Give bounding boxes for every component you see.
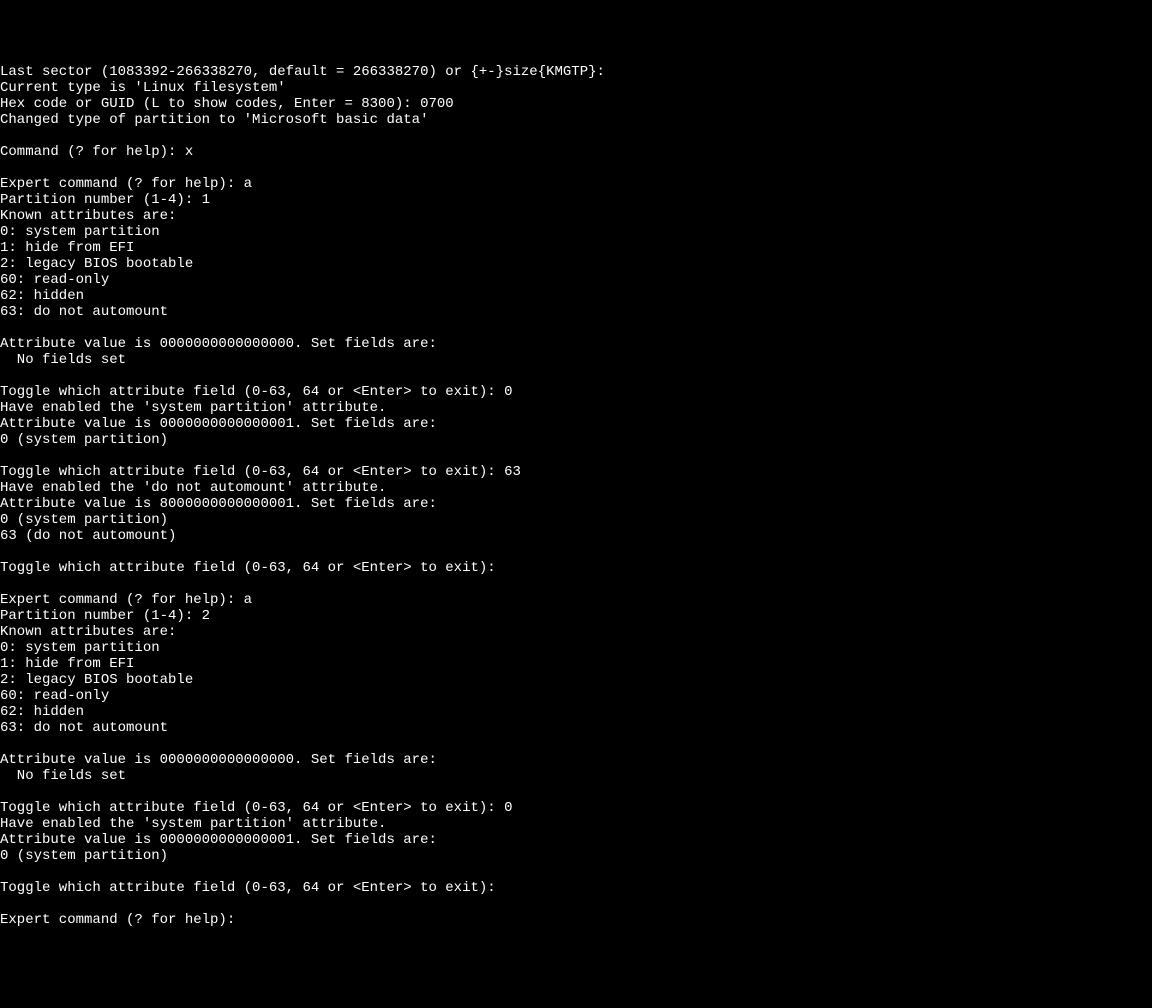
terminal-line: 60: read-only: [0, 688, 1152, 704]
terminal-line: 2: legacy BIOS bootable: [0, 672, 1152, 688]
terminal-line: 62: hidden: [0, 704, 1152, 720]
terminal-line: [0, 544, 1152, 560]
terminal-line: 63: do not automount: [0, 304, 1152, 320]
terminal-line: Known attributes are:: [0, 624, 1152, 640]
terminal-line: Attribute value is 8000000000000001. Set…: [0, 496, 1152, 512]
terminal-line: Current type is 'Linux filesystem': [0, 80, 1152, 96]
terminal-line: [0, 864, 1152, 880]
terminal-line: Toggle which attribute field (0-63, 64 o…: [0, 464, 1152, 480]
terminal-line: [0, 320, 1152, 336]
terminal-line: 63: do not automount: [0, 720, 1152, 736]
terminal-line: Toggle which attribute field (0-63, 64 o…: [0, 880, 1152, 896]
terminal-line: No fields set: [0, 768, 1152, 784]
terminal-line: Expert command (? for help): a: [0, 176, 1152, 192]
terminal-line: [0, 784, 1152, 800]
terminal-line: [0, 576, 1152, 592]
terminal-line: [0, 448, 1152, 464]
terminal-line: Last sector (1083392-266338270, default …: [0, 64, 1152, 80]
terminal-line: Expert command (? for help):: [0, 912, 1152, 928]
terminal-line: 0 (system partition): [0, 848, 1152, 864]
terminal-line: 62: hidden: [0, 288, 1152, 304]
terminal-line: Hex code or GUID (L to show codes, Enter…: [0, 96, 1152, 112]
terminal-line: Toggle which attribute field (0-63, 64 o…: [0, 560, 1152, 576]
terminal-line: Have enabled the 'do not automount' attr…: [0, 480, 1152, 496]
terminal-line: 2: legacy BIOS bootable: [0, 256, 1152, 272]
terminal-line: Have enabled the 'system partition' attr…: [0, 400, 1152, 416]
terminal-line: [0, 368, 1152, 384]
terminal-line: Partition number (1-4): 2: [0, 608, 1152, 624]
terminal-line: 0 (system partition): [0, 512, 1152, 528]
terminal-line: No fields set: [0, 352, 1152, 368]
terminal-line: Partition number (1-4): 1: [0, 192, 1152, 208]
terminal-line: Have enabled the 'system partition' attr…: [0, 816, 1152, 832]
terminal-line: Changed type of partition to 'Microsoft …: [0, 112, 1152, 128]
terminal-line: Attribute value is 0000000000000000. Set…: [0, 752, 1152, 768]
terminal-line: 0: system partition: [0, 640, 1152, 656]
terminal-line: Command (? for help): x: [0, 144, 1152, 160]
terminal-line: [0, 160, 1152, 176]
terminal-line: Attribute value is 0000000000000001. Set…: [0, 416, 1152, 432]
terminal-line: 60: read-only: [0, 272, 1152, 288]
terminal-line: 0: system partition: [0, 224, 1152, 240]
terminal-line: Attribute value is 0000000000000000. Set…: [0, 336, 1152, 352]
terminal-line: Toggle which attribute field (0-63, 64 o…: [0, 384, 1152, 400]
terminal-output[interactable]: Last sector (1083392-266338270, default …: [0, 64, 1152, 928]
terminal-line: Attribute value is 0000000000000001. Set…: [0, 832, 1152, 848]
terminal-line: 63 (do not automount): [0, 528, 1152, 544]
terminal-line: [0, 128, 1152, 144]
terminal-line: 0 (system partition): [0, 432, 1152, 448]
terminal-line: Known attributes are:: [0, 208, 1152, 224]
terminal-line: Toggle which attribute field (0-63, 64 o…: [0, 800, 1152, 816]
terminal-line: Expert command (? for help): a: [0, 592, 1152, 608]
terminal-line: 1: hide from EFI: [0, 240, 1152, 256]
terminal-line: 1: hide from EFI: [0, 656, 1152, 672]
terminal-line: [0, 896, 1152, 912]
terminal-line: [0, 736, 1152, 752]
